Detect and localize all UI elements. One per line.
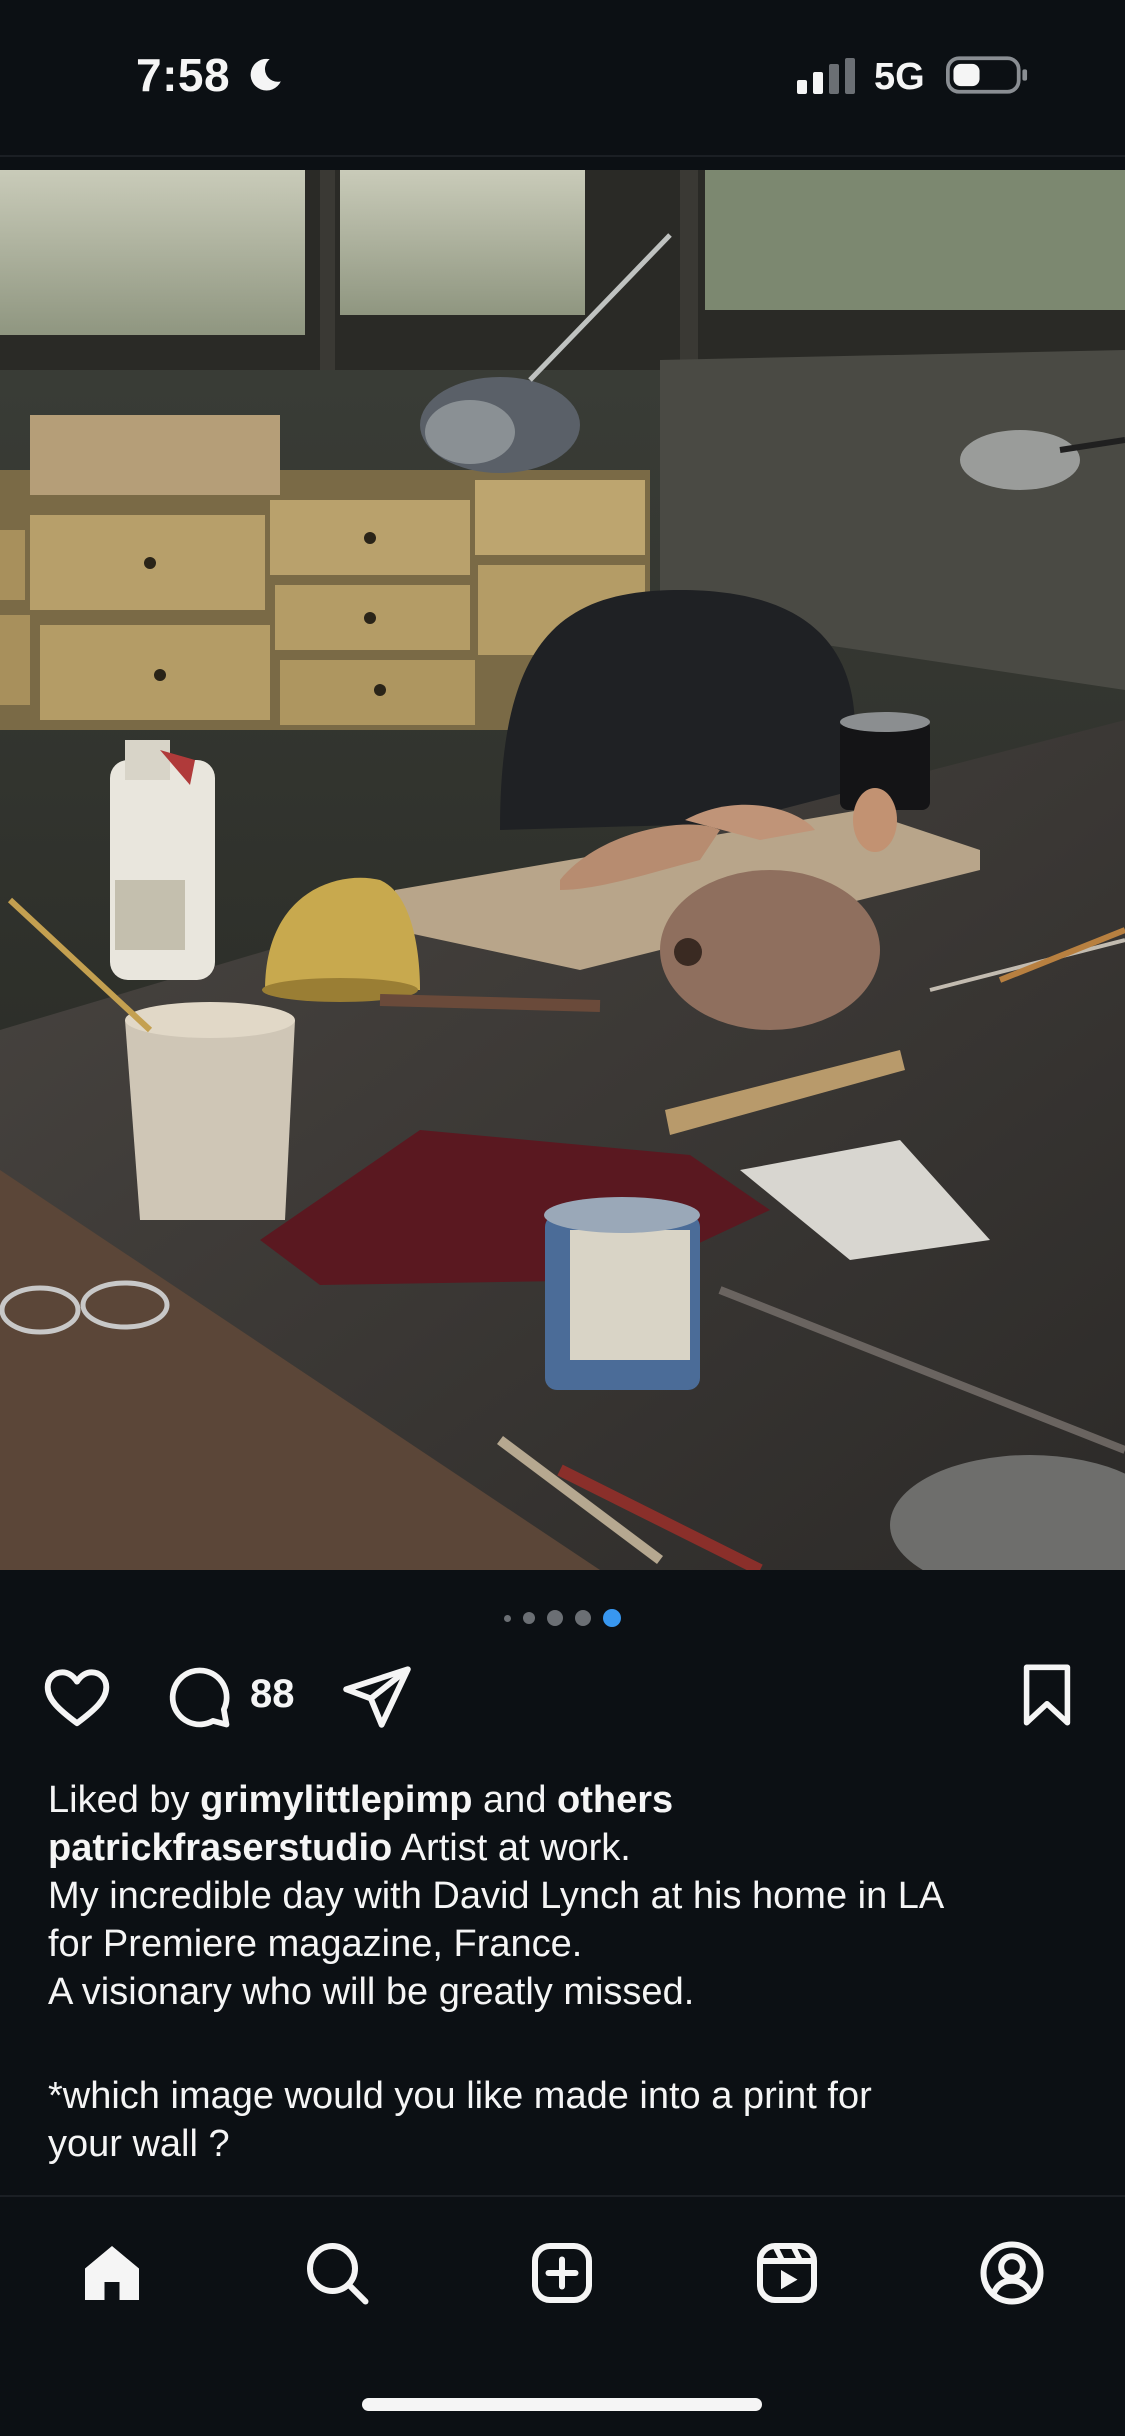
liked-by-username[interactable]: grimylittlepimp	[200, 1779, 472, 1821]
comment-icon[interactable]	[162, 1660, 234, 1732]
studio-desk-photo	[0, 170, 1125, 1570]
header-divider	[0, 155, 1125, 157]
tab-search[interactable]	[299, 2235, 375, 2311]
caption-line: *which image would you like made into a …	[48, 2075, 872, 2117]
liked-by-others[interactable]: others	[557, 1779, 673, 1821]
bottom-tab-bar	[0, 2195, 1125, 2347]
liked-by-conjunction: and	[483, 1779, 547, 1821]
caption-username[interactable]: patrickfraserstudio	[48, 1827, 392, 1869]
bookmark-icon[interactable]	[1012, 1660, 1082, 1730]
comment-count[interactable]: 88	[250, 1672, 295, 1717]
liked-by-line: Liked by grimylittlepimp and others	[48, 1776, 1088, 1824]
carousel-indicator	[0, 1608, 1125, 1628]
share-icon[interactable]	[340, 1660, 414, 1734]
tab-reels[interactable]	[749, 2235, 825, 2311]
liked-by-prefix: Liked by	[48, 1779, 190, 1821]
network-type: 5G	[874, 56, 925, 98]
caption-first-line: patrickfraserstudio Artist at work.	[48, 1824, 1088, 1872]
reels-icon	[757, 2243, 817, 2303]
carousel-dot	[547, 1610, 563, 1626]
post-caption: Liked by grimylittlepimp and others patr…	[48, 1776, 1088, 2168]
search-icon	[307, 2243, 369, 2305]
battery-icon	[946, 56, 1028, 94]
tab-create[interactable]	[524, 2235, 600, 2311]
home-icon	[85, 2246, 139, 2300]
post-actions: 88	[0, 1660, 1125, 1740]
heart-icon[interactable]	[40, 1660, 114, 1734]
create-icon	[532, 2243, 592, 2303]
post-photo[interactable]	[0, 170, 1125, 1570]
carousel-dot	[575, 1610, 591, 1626]
caption-line: My incredible day with David Lynch at hi…	[48, 1875, 945, 1917]
moon-icon	[250, 58, 281, 91]
caption-line: your wall ?	[48, 2123, 230, 2165]
carousel-dot	[504, 1614, 511, 1622]
signal-icon	[797, 58, 855, 94]
status-time: 7:58	[136, 49, 231, 101]
home-indicator[interactable]	[362, 2398, 762, 2411]
tab-profile[interactable]	[974, 2235, 1050, 2311]
tab-home[interactable]	[74, 2235, 150, 2311]
caption-text: Artist at work.	[400, 1827, 631, 1869]
caption-line: A visionary who will be greatly missed.	[48, 1971, 695, 2013]
carousel-dot-active	[603, 1609, 621, 1627]
profile-icon	[980, 2241, 1044, 2305]
status-bar: 7:58 5G	[0, 0, 1125, 150]
caption-line: for Premiere magazine, France.	[48, 1923, 583, 1965]
instagram-post-screen: 7:58 5G 88 Liked by grimylittlepimp and …	[0, 0, 1125, 2436]
carousel-dot	[523, 1612, 535, 1624]
